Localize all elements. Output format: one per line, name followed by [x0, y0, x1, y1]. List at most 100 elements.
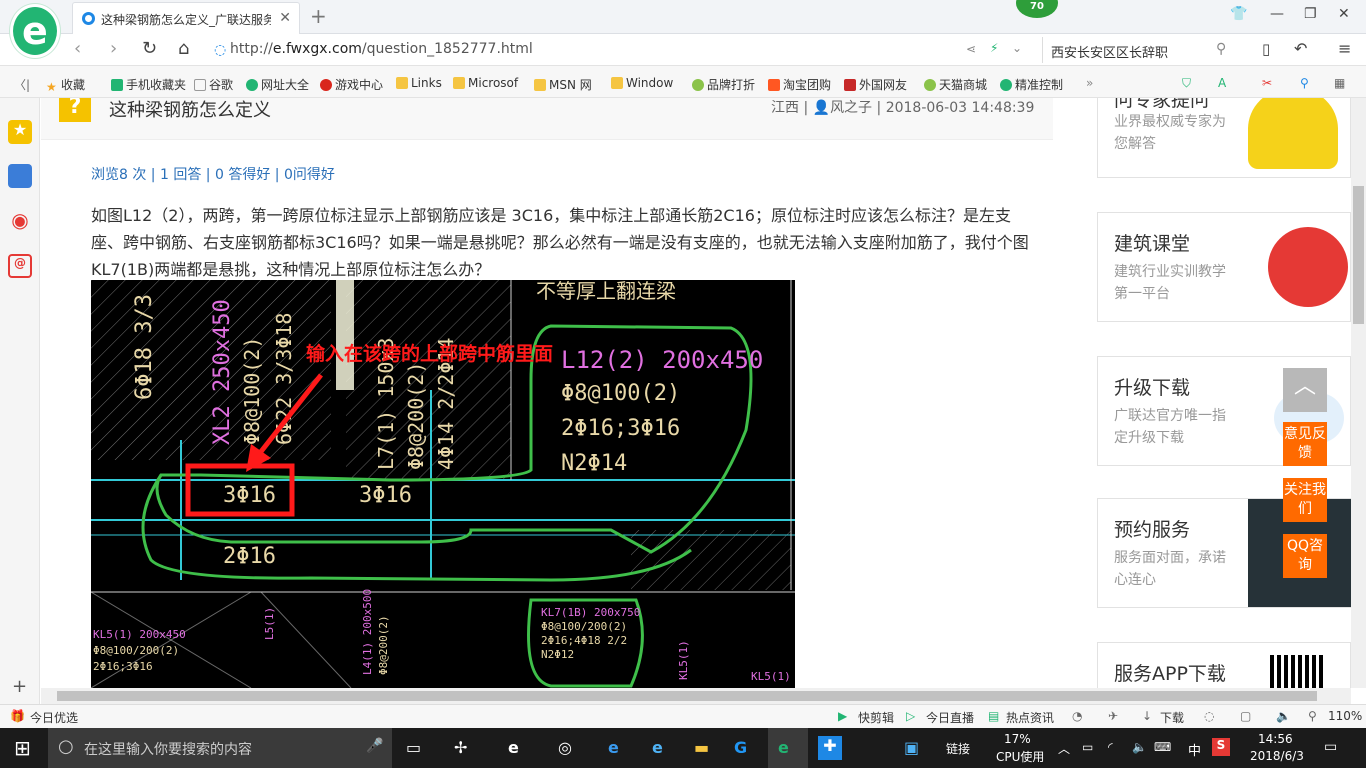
fav-item[interactable]: 游戏中心 [320, 76, 383, 93]
keyboard-icon[interactable]: ⌨ [1154, 740, 1171, 754]
link-label[interactable]: 链接 [946, 740, 970, 757]
menu-icon[interactable]: ≡ [1338, 39, 1351, 58]
more-favorites-icon[interactable]: » [1086, 76, 1093, 90]
edge-icon[interactable]: e [608, 738, 619, 757]
fav-item[interactable]: 手机收藏夹 [111, 76, 186, 93]
downloads[interactable]: 下载 [1160, 709, 1184, 726]
cad-drawing-image[interactable]: 不等厚上翻连梁 6Φ18 3/3 XL2 250x450 Φ8@100(2) 6… [91, 280, 795, 688]
battery-icon[interactable]: ▭ [1082, 740, 1093, 754]
download-icon[interactable]: ↓ [1142, 709, 1152, 723]
share-icon[interactable]: ⋖ [966, 42, 976, 56]
add-icon[interactable]: + [12, 676, 27, 697]
forward-icon[interactable]: › [110, 38, 117, 59]
internet-explorer-icon[interactable]: e [652, 738, 663, 757]
lightning-icon[interactable]: ⚡ [990, 41, 998, 55]
weibo-icon[interactable]: ◉ [8, 208, 32, 232]
g-app-icon[interactable]: G [734, 738, 747, 757]
fav-item[interactable]: 外国网友 [844, 76, 907, 93]
chevron-down-icon[interactable]: ⌄ [1012, 41, 1022, 55]
today-live[interactable]: 今日直播 [926, 709, 974, 726]
fav-item[interactable]: 谷歌 [194, 76, 233, 93]
asks-link[interactable]: 0问得好 [284, 167, 335, 183]
file-explorer-icon[interactable]: ▬ [694, 738, 709, 757]
swirl-app-icon[interactable]: ◎ [558, 738, 572, 757]
speed-icon[interactable]: ◔ [1072, 709, 1082, 723]
live-icon[interactable]: ▷ [906, 709, 915, 723]
fav-item[interactable]: 网址大全 [246, 76, 309, 93]
back-to-top-icon[interactable]: ︿ [1283, 368, 1327, 412]
tray-up-icon[interactable]: ︿ [1058, 740, 1070, 757]
fan-app-icon[interactable]: ✢ [454, 738, 467, 757]
favorites-star-icon[interactable]: ★ [8, 120, 32, 144]
clock-date[interactable]: 2018/6/3 [1250, 749, 1304, 763]
today-picks[interactable]: 今日优选 [30, 709, 78, 726]
task-view-icon[interactable]: ▭ [406, 738, 421, 757]
ie-browser-icon[interactable]: e [508, 738, 519, 757]
sogou-icon[interactable]: S [1212, 738, 1230, 756]
ime-indicator[interactable]: 中 [1188, 740, 1201, 759]
windows-start-icon[interactable]: ⊞ [14, 736, 31, 760]
answers-link[interactable]: 1 回答 [160, 167, 201, 183]
clean-icon[interactable]: ◌ [1204, 709, 1214, 723]
fav-item[interactable]: Microsof [453, 76, 518, 90]
vertical-scrollbar[interactable] [1351, 98, 1366, 688]
fav-item[interactable]: MSN 网 [534, 76, 592, 93]
reader-icon[interactable] [8, 164, 32, 188]
horizontal-scroll-thumb[interactable] [57, 691, 1317, 701]
clock-time[interactable]: 14:56 [1258, 732, 1293, 746]
new-tab-button[interactable]: + [310, 4, 327, 28]
notification-icon[interactable]: ▭ [1324, 739, 1337, 755]
views-link[interactable]: 浏览8 次 [91, 167, 146, 183]
fav-item[interactable]: 天猫商城 [924, 76, 987, 93]
plus-app-icon[interactable]: ✚ [818, 736, 842, 760]
wifi-icon[interactable]: ◜ [1108, 740, 1113, 754]
fav-item[interactable]: 精准控制 [1000, 76, 1063, 93]
url-input[interactable]: http://e.fwxgx.com/question_1852777.html [230, 41, 533, 57]
back-icon[interactable]: ‹ [74, 38, 81, 59]
hot-news[interactable]: 热点资讯 [1006, 709, 1054, 726]
microphone-icon[interactable]: 🎤 [366, 738, 383, 754]
vertical-scroll-thumb[interactable] [1353, 186, 1364, 324]
horizontal-scrollbar[interactable] [41, 688, 1351, 704]
browser-logo[interactable]: e [10, 4, 60, 58]
mute-icon[interactable]: 🔈 [1276, 709, 1291, 723]
score-link[interactable]: 0 答得好 [215, 167, 270, 183]
refresh-icon[interactable]: ↻ [142, 38, 157, 59]
video-edit-icon[interactable]: ▶ [838, 709, 847, 723]
home-icon[interactable]: ⌂ [178, 38, 189, 59]
close-window-button[interactable]: ✕ [1338, 6, 1350, 22]
follow-button[interactable]: 关注我们 [1283, 478, 1327, 522]
quick-clip[interactable]: 快剪辑 [858, 709, 894, 726]
author[interactable]: 风之子 [830, 100, 872, 116]
badge-70[interactable]: 70 [1016, 0, 1058, 18]
active-browser-task[interactable]: e [768, 728, 808, 768]
sidebar-toggle-icon[interactable]: 〈| [14, 76, 30, 93]
tab-active[interactable]: 这种梁钢筋怎么定义_广联达服务 ✕ [72, 2, 300, 34]
undo-icon[interactable]: ↶ [1294, 39, 1307, 58]
news-icon[interactable]: ▤ [988, 709, 999, 723]
taskbar-search[interactable]: ○ 在这里输入你要搜索的内容 🎤 [48, 728, 392, 768]
zoom-level[interactable]: 110% [1328, 709, 1362, 723]
window-icon[interactable]: ▢ [1240, 709, 1251, 723]
card-classroom[interactable]: 建筑课堂 建筑行业实训教学第一平台 [1097, 212, 1351, 322]
minimize-button[interactable]: — [1270, 6, 1284, 22]
fav-item[interactable]: 品牌打折 [692, 76, 755, 93]
card-ask-expert[interactable]: 问专家提问 业界最权威专家为您解答 [1097, 98, 1351, 178]
maximize-button[interactable]: ❐ [1304, 6, 1317, 22]
close-tab-icon[interactable]: ✕ [279, 10, 291, 26]
shield-icon[interactable]: ⛉ [1182, 76, 1191, 91]
mail-icon[interactable]: @ [8, 254, 32, 278]
fav-item[interactable]: ★ 收藏 [46, 76, 85, 94]
volume-icon[interactable]: 🔈 [1132, 740, 1147, 754]
fav-item[interactable]: 淘宝团购 [768, 76, 831, 93]
shirt-icon[interactable]: 👕 [1230, 6, 1247, 22]
fav-item[interactable]: Window [611, 76, 673, 90]
fav-item[interactable]: Links [396, 76, 442, 90]
search-input[interactable]: 西安长安区区长辞职 [1042, 37, 1242, 63]
grid-icon[interactable]: ▦ [1334, 76, 1345, 90]
card-app-download[interactable]: 服务APP下载 [1097, 642, 1351, 688]
feedback-button[interactable]: 意见反馈 [1283, 422, 1327, 466]
qq-consult-button[interactable]: QQ咨询 [1283, 534, 1327, 578]
scissors-icon[interactable]: ✂ [1262, 76, 1272, 90]
translate-icon[interactable]: A [1218, 76, 1226, 90]
